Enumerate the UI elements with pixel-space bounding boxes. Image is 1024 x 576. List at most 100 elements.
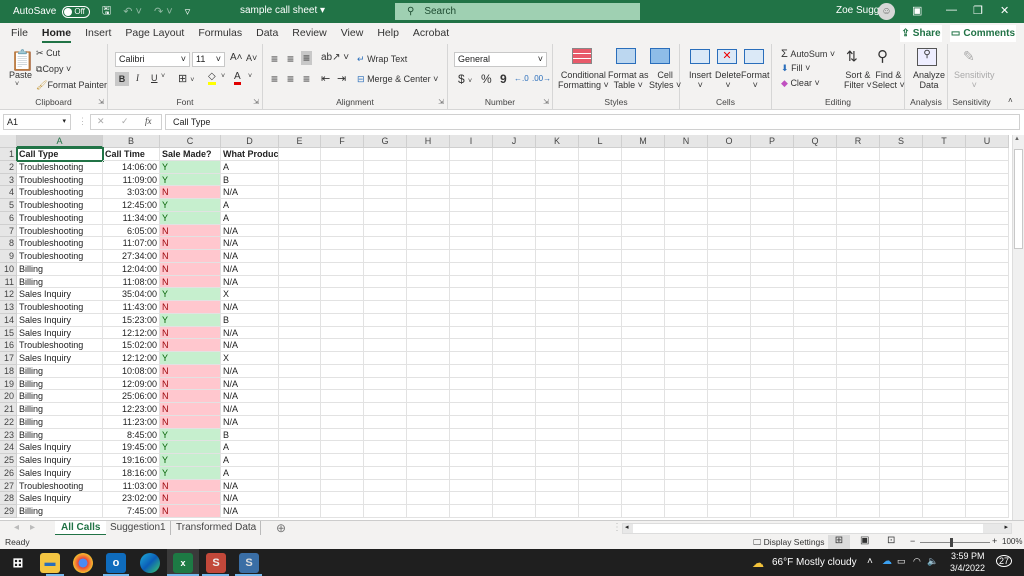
tab-home[interactable]: Home [35,23,78,44]
data-cell[interactable]: 12:45:00 [103,199,160,212]
empty-cell[interactable] [751,199,794,212]
empty-cell[interactable] [579,326,622,340]
empty-cell[interactable] [279,275,321,289]
empty-cell[interactable] [837,224,880,238]
data-cell[interactable]: N/A [221,224,279,238]
column-header-t[interactable]: T [923,135,966,148]
data-cell[interactable]: B [221,428,279,442]
empty-cell[interactable] [536,288,579,301]
empty-cell[interactable] [665,301,708,314]
weather-text[interactable]: 66°F Mostly cloudy [772,557,857,568]
empty-cell[interactable] [450,301,493,314]
empty-cell[interactable] [364,454,407,467]
empty-cell[interactable] [923,237,966,250]
data-cell[interactable]: N/A [221,492,279,505]
column-header-l[interactable]: L [579,135,622,148]
notifications-badge[interactable]: 27 [996,555,1013,567]
empty-cell[interactable] [579,224,622,238]
data-cell[interactable]: N [160,403,221,416]
weather-icon[interactable]: ☁ [752,556,764,570]
zoom-out-icon[interactable]: − [910,536,915,546]
empty-cell[interactable] [622,237,665,250]
empty-cell[interactable] [708,288,751,301]
orientation-icon[interactable]: ab↗ ˅ [321,52,349,63]
save-icon[interactable]: 🖫 [102,2,111,21]
row-header[interactable]: 27 [0,479,17,493]
empty-cell[interactable] [751,173,794,187]
empty-cell[interactable] [321,224,364,238]
data-cell[interactable]: Troubleshooting [17,237,103,250]
empty-cell[interactable] [923,224,966,238]
empty-cell[interactable] [536,352,579,365]
empty-cell[interactable] [665,250,708,263]
data-cell[interactable]: 11:08:00 [103,275,160,289]
data-cell[interactable]: 18:16:00 [103,466,160,480]
horizontal-scrollbar[interactable]: ◂ ▸ [622,523,1012,534]
empty-cell[interactable] [837,415,880,429]
empty-cell[interactable] [364,262,407,276]
empty-cell[interactable] [665,339,708,352]
empty-cell[interactable] [966,275,1009,289]
empty-cell[interactable] [837,479,880,493]
data-cell[interactable]: Troubleshooting [17,301,103,314]
empty-cell[interactable] [407,364,450,378]
data-cell[interactable]: Billing [17,505,103,518]
empty-cell[interactable] [279,301,321,314]
empty-cell[interactable] [536,364,579,378]
row-header[interactable]: 8 [0,237,17,250]
user-name[interactable]: Zoe Sugg [836,5,879,16]
empty-cell[interactable] [321,339,364,352]
data-cell[interactable]: Troubleshooting [17,339,103,352]
empty-cell[interactable] [321,262,364,276]
empty-cell[interactable] [450,479,493,493]
empty-cell[interactable] [794,403,837,416]
column-header-s[interactable]: S [880,135,923,148]
outlook-icon[interactable]: o [106,553,126,573]
empty-cell[interactable] [579,492,622,505]
empty-cell[interactable] [794,505,837,518]
empty-cell[interactable] [837,454,880,467]
empty-cell[interactable] [493,237,536,250]
data-cell[interactable]: Sales Inquiry [17,288,103,301]
column-header-m[interactable]: M [622,135,665,148]
empty-cell[interactable] [966,237,1009,250]
middle-align-icon[interactable]: ≡ [287,52,294,66]
empty-cell[interactable] [665,403,708,416]
volume-icon[interactable]: 🔈 [927,556,938,567]
header-cell[interactable]: Call Time [103,148,160,161]
data-cell[interactable]: A [221,199,279,212]
empty-cell[interactable] [450,505,493,518]
column-header-o[interactable]: O [708,135,751,148]
empty-cell[interactable] [880,492,923,505]
data-cell[interactable]: N/A [221,262,279,276]
empty-cell[interactable] [708,352,751,365]
empty-cell[interactable] [708,377,751,391]
data-cell[interactable]: 23:02:00 [103,492,160,505]
empty-cell[interactable] [923,428,966,442]
data-cell[interactable]: N/A [221,339,279,352]
formula-input[interactable]: Call Type [165,114,1020,130]
row-header[interactable]: 12 [0,288,17,301]
data-cell[interactable]: A [221,454,279,467]
empty-cell[interactable] [450,454,493,467]
empty-cell[interactable] [450,275,493,289]
empty-cell[interactable] [321,352,364,365]
data-cell[interactable]: 12:09:00 [103,377,160,391]
data-cell[interactable]: 19:16:00 [103,454,160,467]
data-cell[interactable]: 11:03:00 [103,479,160,493]
data-cell[interactable]: N [160,301,221,314]
empty-cell[interactable] [279,441,321,454]
data-cell[interactable]: 11:43:00 [103,301,160,314]
empty-cell[interactable] [407,173,450,187]
empty-cell[interactable] [794,160,837,174]
empty-cell[interactable] [708,339,751,352]
empty-cell[interactable] [321,237,364,250]
empty-cell[interactable] [364,505,407,518]
empty-cell[interactable] [579,454,622,467]
header-cell[interactable]: What Product? [221,148,279,161]
empty-cell[interactable] [321,454,364,467]
empty-cell[interactable] [364,250,407,263]
tab-insert[interactable]: Insert [78,23,118,44]
empty-cell[interactable] [837,339,880,352]
show-hidden-icons[interactable]: ˄ [867,556,873,567]
